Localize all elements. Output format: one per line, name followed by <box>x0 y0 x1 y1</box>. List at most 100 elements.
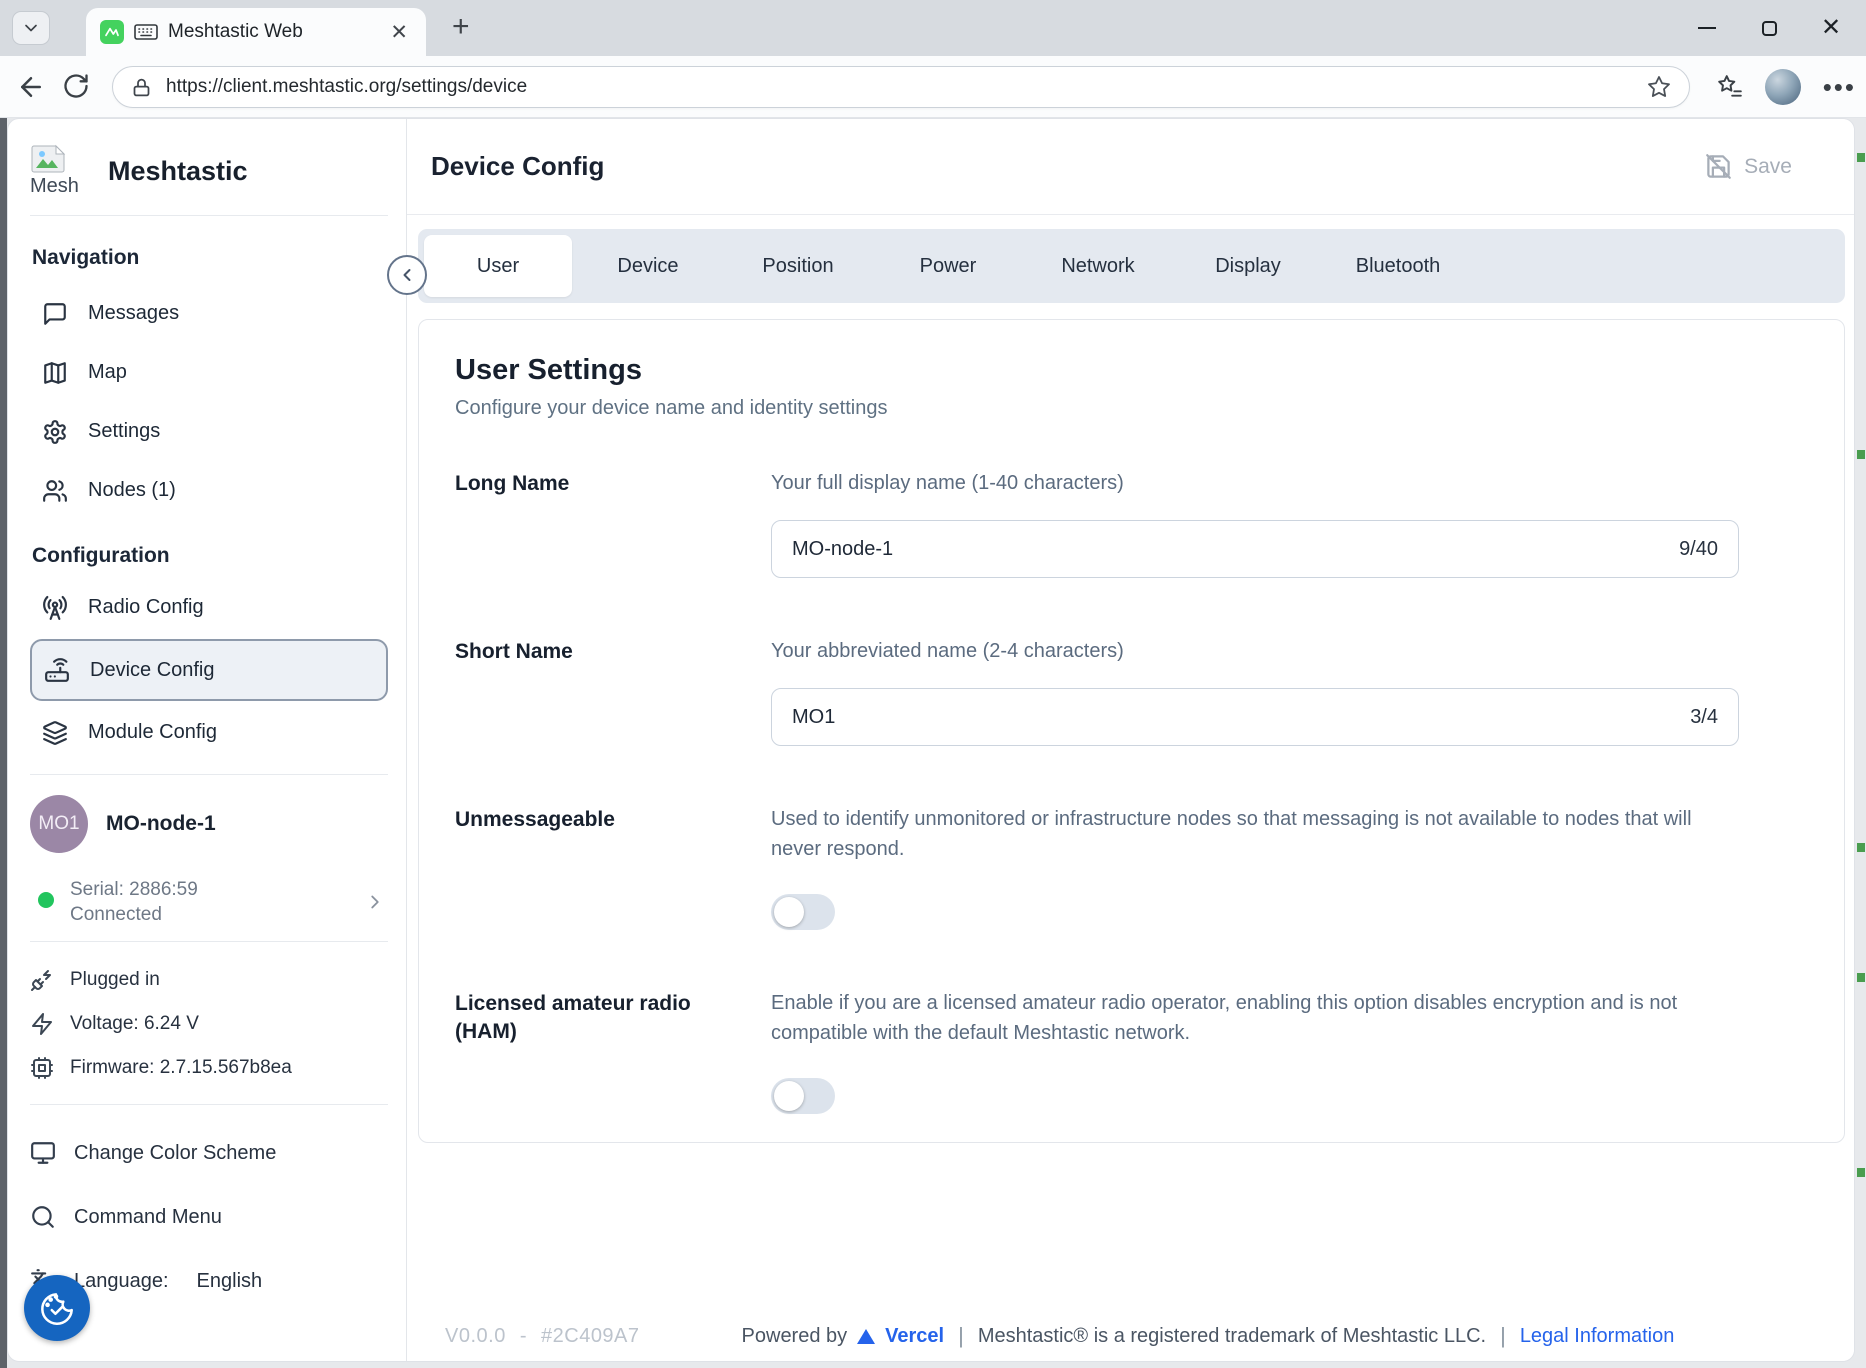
sidebar-item-label: Device Config <box>90 659 215 682</box>
long-name-input[interactable] <box>792 538 1679 561</box>
unmessageable-row: Unmessageable Used to identify unmonitor… <box>455 804 1808 930</box>
vercel-logo-icon <box>857 1329 875 1344</box>
powered-by-text: Powered by <box>742 1325 848 1348</box>
unmessageable-toggle[interactable] <box>771 894 835 930</box>
sidebar-item-messages[interactable]: Messages <box>30 284 388 343</box>
config-tabs: User Device Position Power Network Displ… <box>418 229 1845 303</box>
chevron-right-icon <box>364 891 386 913</box>
power-status-row: Plugged in <box>30 958 388 1002</box>
favorites-icon[interactable] <box>1717 74 1743 100</box>
connected-status-dot <box>38 892 54 908</box>
maximize-icon <box>1762 21 1777 36</box>
tab-bluetooth[interactable]: Bluetooth <box>1324 235 1472 297</box>
footer-separator: | <box>1500 1323 1506 1349</box>
ham-toggle[interactable] <box>771 1078 835 1114</box>
scrollbar-marker <box>1857 843 1865 852</box>
version-info: V0.0.0 - #2C409A7 <box>445 1325 640 1348</box>
tab-device[interactable]: Device <box>574 235 722 297</box>
browser-tab[interactable]: Meshtastic Web ✕ <box>86 8 426 56</box>
user-settings-card: User Settings Configure your device name… <box>418 319 1845 1143</box>
config-section-heading: Configuration <box>32 544 388 568</box>
window-close-button[interactable]: ✕ <box>1800 0 1862 56</box>
sidebar-collapse-button[interactable] <box>387 255 427 295</box>
window-edge-strip <box>0 118 7 1368</box>
window-maximize-button[interactable] <box>1738 0 1800 56</box>
browser-chrome: Meshtastic Web ✕ + ✕ https://client.mesh… <box>0 0 1866 118</box>
sidebar-item-label: Nodes (1) <box>88 479 176 502</box>
bookmark-star-icon[interactable] <box>1647 75 1671 99</box>
field-description: Enable if you are a licensed amateur rad… <box>771 988 1711 1048</box>
field-label: Long Name <box>455 468 705 578</box>
broken-image-icon <box>30 144 66 174</box>
lock-icon <box>131 77 152 98</box>
sidebar-item-nodes[interactable]: Nodes (1) <box>30 461 388 520</box>
save-button[interactable]: Save <box>1705 153 1792 180</box>
sidebar-item-module-config[interactable]: Module Config <box>30 703 388 762</box>
minimize-icon <box>1698 27 1716 29</box>
address-bar[interactable]: https://client.meshtastic.org/settings/d… <box>112 66 1690 108</box>
short-name-row: Short Name Your abbreviated name (2-4 ch… <box>455 636 1808 746</box>
action-label: Change Color Scheme <box>74 1142 276 1165</box>
bolt-icon <box>30 1012 54 1036</box>
profile-avatar[interactable] <box>1765 69 1801 105</box>
language-value: English <box>197 1270 263 1293</box>
short-name-input-wrap: 3/4 <box>771 688 1739 746</box>
close-icon: ✕ <box>1821 16 1841 40</box>
sidebar-item-map[interactable]: Map <box>30 343 388 402</box>
router-icon <box>44 657 70 683</box>
field-label: Short Name <box>455 636 705 746</box>
node-connection-info: Serial: 2886:59 Connected <box>70 877 198 927</box>
divider <box>30 1104 388 1105</box>
refresh-button[interactable] <box>62 72 90 100</box>
tab-close-icon[interactable]: ✕ <box>386 20 412 45</box>
command-menu-button[interactable]: Command Menu <box>30 1185 388 1249</box>
firmware-status-text: Firmware: 2.7.15.567b8ea <box>70 1057 292 1079</box>
scrollbar-marker <box>1857 450 1865 459</box>
tab-position[interactable]: Position <box>724 235 872 297</box>
node-status-row[interactable]: Serial: 2886:59 Connected <box>38 877 388 927</box>
sidebar-item-device-config[interactable]: Device Config <box>30 639 388 701</box>
chevron-down-icon <box>21 18 41 38</box>
legal-information-link[interactable]: Legal Information <box>1520 1325 1675 1348</box>
browser-menu-icon[interactable]: ••• <box>1823 72 1856 103</box>
tab-user[interactable]: User <box>424 235 572 297</box>
sidebar-item-radio-config[interactable]: Radio Config <box>30 578 388 637</box>
sidebar-item-label: Module Config <box>88 721 217 744</box>
logo-alt-text: Mesh <box>30 175 79 198</box>
tab-network[interactable]: Network <box>1024 235 1172 297</box>
sidebar: Mesh Meshtastic Navigation Messages Map … <box>8 119 407 1361</box>
version-separator: - <box>520 1325 527 1348</box>
change-color-scheme-button[interactable]: Change Color Scheme <box>30 1121 388 1185</box>
voltage-status-text: Voltage: 6.24 V <box>70 1013 199 1035</box>
tab-display[interactable]: Display <box>1174 235 1322 297</box>
divider <box>30 215 388 216</box>
ham-row: Licensed amateur radio (HAM) Enable if y… <box>455 988 1808 1114</box>
vercel-link[interactable]: Vercel <box>885 1325 944 1348</box>
scrollbar-marker <box>1857 153 1865 162</box>
field-label: Licensed amateur radio (HAM) <box>455 988 705 1114</box>
field-description: Used to identify unmonitored or infrastr… <box>771 804 1711 864</box>
build-hash: #2C409A7 <box>541 1325 640 1348</box>
browser-toolbar: https://client.meshtastic.org/settings/d… <box>0 56 1866 118</box>
refresh-icon <box>62 72 90 100</box>
window-controls: ✕ <box>1676 0 1862 56</box>
save-button-label: Save <box>1744 155 1792 179</box>
sidebar-item-label: Settings <box>88 420 160 443</box>
message-bubble-icon <box>42 301 68 327</box>
field-description: Your abbreviated name (2-4 characters) <box>771 636 1711 666</box>
users-icon <box>42 478 68 504</box>
new-tab-button[interactable]: + <box>444 10 478 44</box>
window-minimize-button[interactable] <box>1676 0 1738 56</box>
long-name-row: Long Name Your full display name (1-40 c… <box>455 468 1808 578</box>
main-panel: Device Config Save User Device Position … <box>407 119 1854 1361</box>
tab-title: Meshtastic Web <box>168 21 376 43</box>
toggle-thumb <box>774 897 804 927</box>
cookie-consent-badge[interactable] <box>24 1275 90 1341</box>
toolbar-right-cluster: ••• <box>1717 56 1856 118</box>
tab-search-button[interactable] <box>12 11 50 45</box>
sidebar-item-settings[interactable]: Settings <box>30 402 388 461</box>
tab-power[interactable]: Power <box>874 235 1022 297</box>
back-button[interactable] <box>16 72 46 102</box>
node-serial: Serial: 2886:59 <box>70 879 198 900</box>
short-name-input[interactable] <box>792 706 1690 729</box>
